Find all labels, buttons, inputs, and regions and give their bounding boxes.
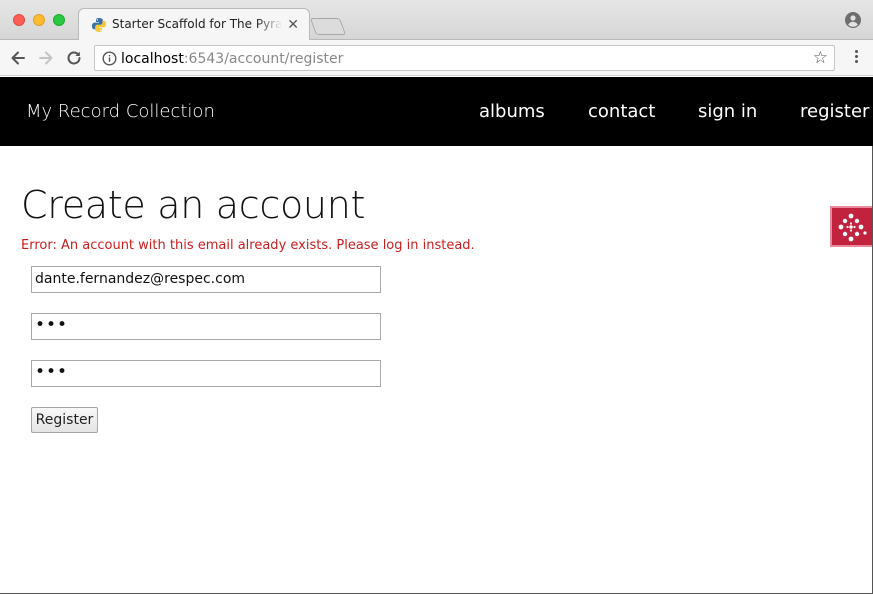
browser-toolbar: localhost:6543/account/register ☆ <box>0 40 873 76</box>
python-logo-icon <box>92 18 106 32</box>
site-navbar: My Record Collection albums contact sign… <box>0 77 873 146</box>
nav-contact-link[interactable]: contact <box>588 101 655 122</box>
tab-title: Starter Scaffold for The Pyramid Web Fra… <box>112 17 282 31</box>
browser-titlebar: Starter Scaffold for The Pyramid Web Fra… <box>0 0 873 41</box>
new-tab-button[interactable] <box>309 18 347 35</box>
browser-tab[interactable]: Starter Scaffold for The Pyramid Web Fra… <box>78 8 310 41</box>
forward-arrow-icon[interactable] <box>36 48 56 68</box>
site-brand[interactable]: My Record Collection <box>26 101 215 122</box>
minimize-window-button[interactable] <box>33 14 45 26</box>
reload-icon[interactable] <box>64 48 84 68</box>
register-button[interactable]: Register <box>31 407 98 433</box>
close-window-button[interactable] <box>13 14 25 26</box>
nav-register-link[interactable]: register <box>800 101 869 122</box>
back-arrow-icon[interactable] <box>8 48 28 68</box>
password-field[interactable]: ••• <box>31 313 381 340</box>
nav-signin-link[interactable]: sign in <box>698 101 757 122</box>
close-tab-icon[interactable]: ✕ <box>287 15 299 33</box>
page-title: Create an account <box>21 183 366 227</box>
url-path: :6543/account/register <box>183 51 344 67</box>
address-bar[interactable]: localhost:6543/account/register ☆ <box>94 45 835 71</box>
nav-albums-link[interactable]: albums <box>479 101 545 122</box>
url-host: localhost <box>121 51 184 67</box>
confirm-password-field[interactable]: ••• <box>31 360 381 387</box>
url-text: localhost:6543/account/register <box>121 51 343 67</box>
pyramid-debug-icon <box>838 213 867 242</box>
error-message: Error: An account with this email alread… <box>21 238 475 253</box>
pyramid-debug-toolbar-button[interactable] <box>830 206 873 247</box>
kebab-menu-icon[interactable] <box>855 50 859 66</box>
user-profile-icon[interactable] <box>845 12 861 28</box>
email-field[interactable]: dante.fernandez@respec.com <box>31 266 381 293</box>
maximize-window-button[interactable] <box>53 14 65 26</box>
bookmark-star-icon[interactable]: ☆ <box>813 49 828 67</box>
info-icon[interactable] <box>102 51 117 66</box>
